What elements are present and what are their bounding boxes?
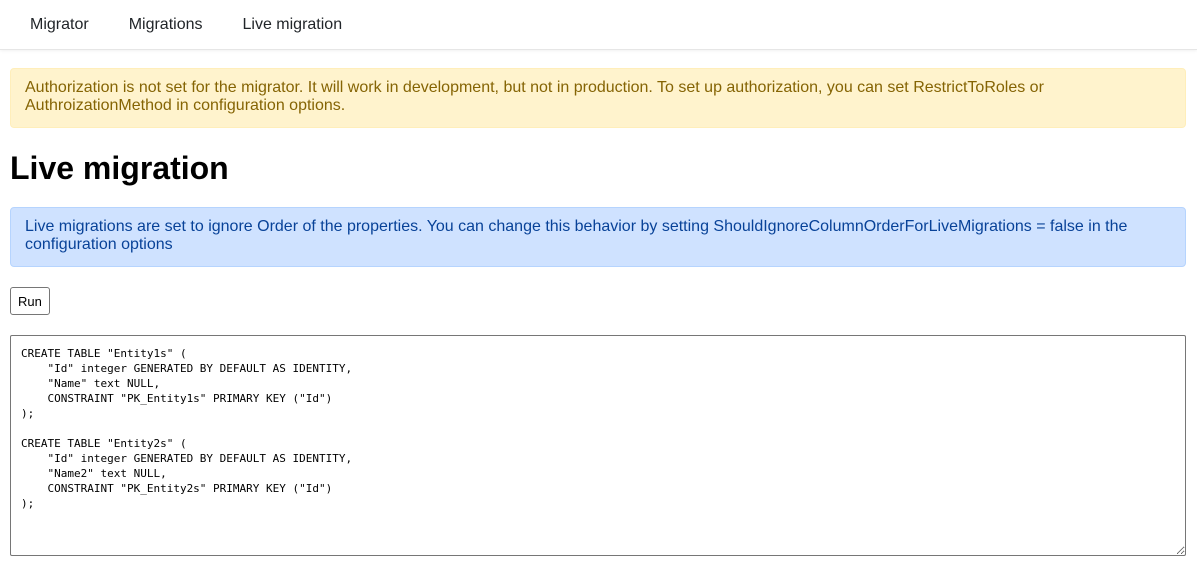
sql-output-textarea[interactable]: CREATE TABLE "Entity1s" ( "Id" integer G… xyxy=(10,335,1186,556)
column-order-info-alert: Live migrations are set to ignore Order … xyxy=(10,207,1186,267)
nav-link-live-migration[interactable]: Live migration xyxy=(243,16,343,34)
authorization-warning-alert: Authorization is not set for the migrato… xyxy=(10,68,1186,128)
run-button[interactable]: Run xyxy=(10,287,50,315)
nav-link-migrations[interactable]: Migrations xyxy=(129,16,203,34)
main-content: Authorization is not set for the migrato… xyxy=(0,68,1197,556)
top-navbar: Migrator Migrations Live migration xyxy=(0,0,1197,50)
page-title: Live migration xyxy=(10,150,229,186)
nav-link-migrator[interactable]: Migrator xyxy=(30,16,89,34)
